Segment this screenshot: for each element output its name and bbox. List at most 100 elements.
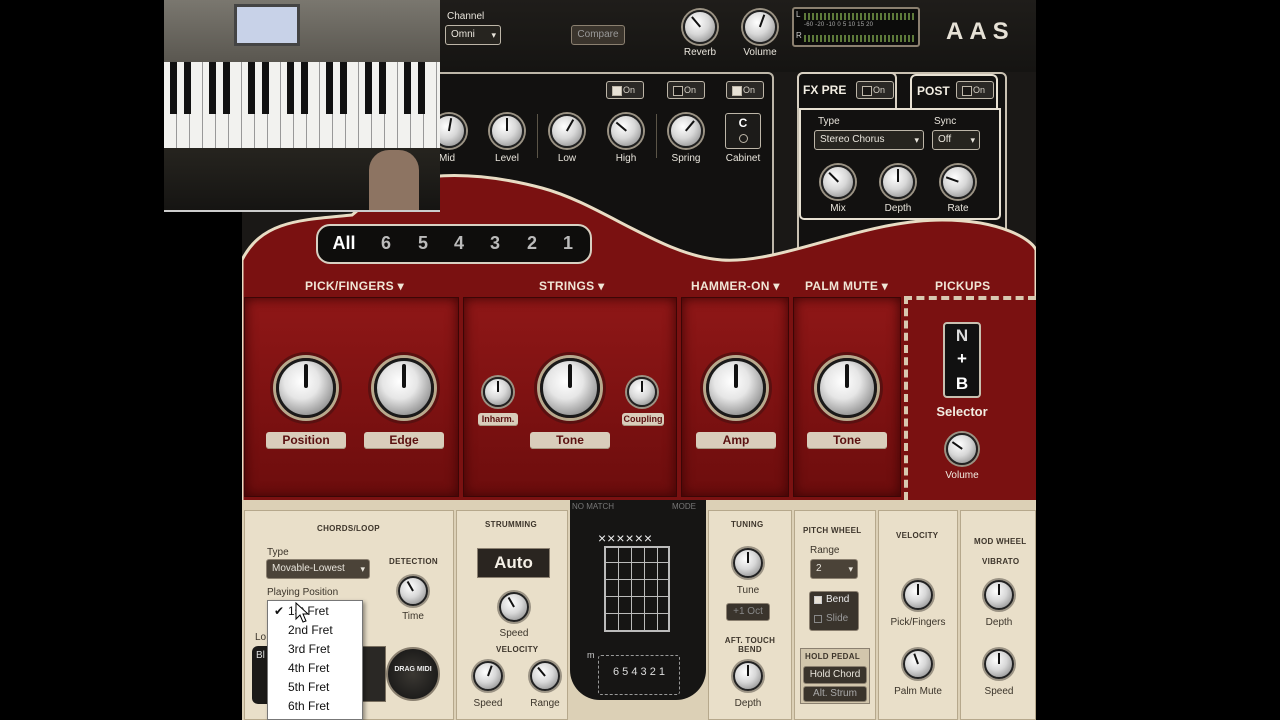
compare-button[interactable]: Compare — [571, 25, 625, 45]
meter-scale: -60 -20 -10 0 5 10 15 20 — [804, 22, 874, 28]
time-label: Time — [402, 611, 424, 622]
chord-type-select[interactable]: Movable-Lowest — [266, 559, 370, 579]
high-knob[interactable] — [609, 114, 643, 148]
position-knob[interactable] — [276, 358, 336, 418]
tab-string-3[interactable]: 3 — [479, 233, 511, 254]
fx-pre-label: FX PRE — [803, 83, 847, 97]
velocity-pick-fingers-knob[interactable] — [903, 580, 933, 610]
menu-item-5th-fret[interactable]: 5th Fret — [268, 678, 364, 697]
chord-display: NO MATCH MODE ×××××× m 6 5 4 3 2 1 — [570, 500, 706, 700]
output-meter: L R -60 -20 -10 0 5 10 15 20 — [792, 7, 920, 47]
amp-on-toggle-2[interactable]: On — [667, 81, 705, 99]
pitch-wheel-title: PITCH WHEEL — [803, 526, 862, 535]
inharm-label: Inharm. — [478, 413, 518, 426]
tab-string-5[interactable]: 5 — [407, 233, 439, 254]
string-number-box: 6 5 4 3 2 1 — [598, 655, 680, 695]
playing-position-menu: ✔ 1st Fret 2nd Fret 3rd Fret 4th Fret 5t… — [267, 600, 363, 720]
menu-item-4th-fret[interactable]: 4th Fret — [268, 659, 364, 678]
coupling-knob[interactable] — [627, 377, 657, 407]
menu-item-6th-fret[interactable]: 6th Fret — [268, 697, 364, 716]
fx-post-on-toggle[interactable]: On — [956, 81, 994, 99]
channel-select[interactable]: Omni — [445, 25, 501, 45]
screen: Channel Omni Compare Reverb Volume L R -… — [0, 0, 1280, 720]
menu-item-2nd-fret[interactable]: 2nd Fret — [268, 621, 364, 640]
loop-label: Lo — [255, 632, 267, 643]
menu-item-3rd-fret[interactable]: 3rd Fret — [268, 640, 364, 659]
chords-loop-title: CHORDS/LOOP — [317, 524, 380, 533]
fx-pre-on-toggle[interactable]: On — [856, 81, 894, 99]
hammer-on-header[interactable]: HAMMER-ON ▾ — [691, 279, 780, 293]
coupling-label: Coupling — [622, 413, 664, 426]
fretboard-grid — [604, 546, 670, 632]
hold-chord-button[interactable]: Hold Chord — [803, 666, 867, 684]
strum-speed-label: Speed — [499, 628, 529, 639]
fx-sync-select[interactable]: Off — [932, 130, 980, 150]
octave-button[interactable]: +1 Oct — [726, 603, 770, 621]
pickup-b[interactable]: B — [945, 374, 979, 394]
pickup-selector[interactable]: N + B — [943, 322, 981, 398]
aas-logo: AAS — [946, 18, 1015, 45]
mod-wheel-title: MOD WHEEL — [974, 537, 1027, 546]
chord-type-label: Type — [267, 547, 289, 558]
pick-fingers-header[interactable]: PICK/FINGERS ▾ — [305, 279, 404, 293]
meter-l-label: L — [796, 10, 801, 19]
keyboard-screen-image — [234, 4, 300, 46]
pitch-range-select[interactable]: 2 — [810, 559, 858, 579]
keyboard-panel-image — [164, 0, 440, 62]
time-knob[interactable] — [398, 576, 428, 606]
velocity-speed-label: Speed — [473, 698, 503, 709]
vibrato-speed-label: Speed — [984, 686, 1014, 697]
tone-label: Tone — [530, 432, 610, 449]
low-knob[interactable] — [550, 114, 584, 148]
tone-knob[interactable] — [540, 358, 600, 418]
edge-knob[interactable] — [374, 358, 434, 418]
strum-speed-knob[interactable] — [499, 592, 529, 622]
inharm-knob[interactable] — [483, 377, 513, 407]
drag-midi-label: DRAG MIDI — [394, 666, 432, 673]
cabinet-selector[interactable]: C — [725, 113, 761, 149]
vibrato-depth-knob[interactable] — [984, 580, 1014, 610]
bend-checkbox[interactable] — [814, 596, 822, 604]
edge-label: Edge — [364, 432, 444, 449]
pickup-n[interactable]: N — [945, 326, 979, 346]
amp-knob[interactable] — [706, 358, 766, 418]
alt-strum-button[interactable]: Alt. Strum — [803, 686, 867, 702]
auto-strum-button[interactable]: Auto — [477, 548, 550, 578]
palm-mute-header[interactable]: PALM MUTE ▾ — [805, 279, 888, 293]
slide-label: Slide — [826, 613, 849, 624]
level-knob[interactable] — [490, 114, 524, 148]
meter-l-bar — [804, 13, 914, 20]
volume-knob[interactable] — [743, 10, 777, 44]
spring-knob[interactable] — [669, 114, 703, 148]
drag-midi-button[interactable]: DRAG MIDI — [386, 647, 440, 701]
vibrato-speed-knob[interactable] — [984, 649, 1014, 679]
string-numbers: 6 5 4 3 2 1 — [613, 666, 665, 678]
strings-header[interactable]: STRINGS ▾ — [539, 279, 604, 293]
tab-string-4[interactable]: 4 — [443, 233, 475, 254]
velocity-speed-knob[interactable] — [473, 661, 503, 691]
amp-on-toggle-1[interactable]: On — [606, 81, 644, 99]
pickup-volume-knob[interactable] — [946, 433, 978, 465]
vibrato-title: VIBRATO — [982, 557, 1020, 566]
fx-type-label: Type — [818, 116, 840, 127]
menu-item-1st-fret[interactable]: 1st Fret — [268, 602, 364, 621]
tab-all[interactable]: All — [324, 233, 364, 254]
channel-label: Channel — [447, 11, 485, 22]
velocity-palm-mute-knob[interactable] — [903, 649, 933, 679]
fx-type-select[interactable]: Stereo Chorus — [814, 130, 924, 150]
aft-touch-depth-knob[interactable] — [733, 661, 763, 691]
palm-tone-knob[interactable] — [817, 358, 877, 418]
tab-string-6[interactable]: 6 — [370, 233, 402, 254]
bend-slide-group: Bend Slide — [809, 591, 859, 631]
tab-string-2[interactable]: 2 — [516, 233, 548, 254]
slide-checkbox[interactable] — [814, 615, 822, 623]
tab-string-1[interactable]: 1 — [552, 233, 584, 254]
tune-knob[interactable] — [733, 548, 763, 578]
mouse-cursor-icon — [295, 602, 310, 623]
fx-sync-label: Sync — [934, 116, 957, 127]
amp-on-toggle-3[interactable]: On — [726, 81, 764, 99]
velocity-range-knob[interactable] — [530, 661, 560, 691]
pickup-plus[interactable]: + — [945, 349, 979, 369]
reverb-knob[interactable] — [683, 10, 717, 44]
cabinet-letter: C — [738, 116, 748, 130]
